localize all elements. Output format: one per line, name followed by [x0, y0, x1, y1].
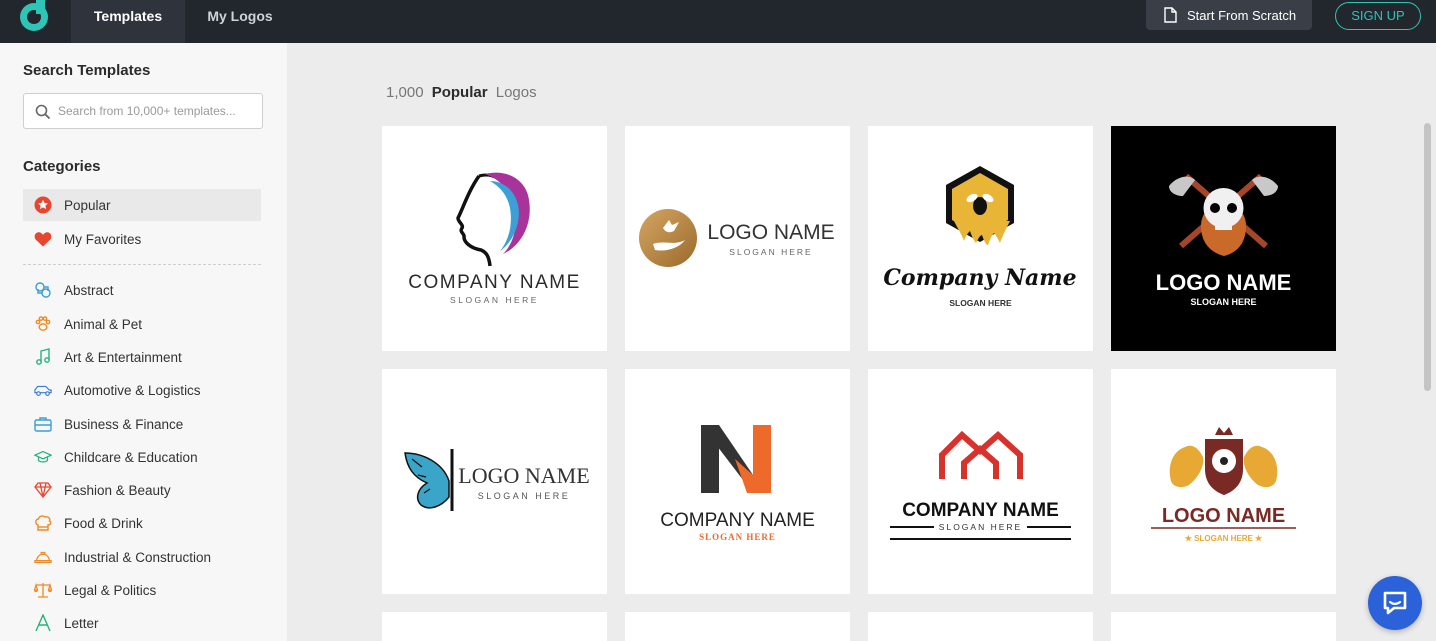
category-automotive-logistics[interactable]: Automotive & Logistics — [23, 374, 261, 406]
card-slogan: SLOGAN HERE — [478, 491, 571, 501]
category-label: Animal & Pet — [64, 316, 143, 332]
category-label: My Favorites — [64, 231, 142, 247]
card-title: LOGO NAME — [1162, 505, 1285, 527]
logo-card-partial[interactable] — [868, 612, 1093, 641]
letter-a-icon — [34, 614, 52, 632]
heart-icon — [34, 230, 52, 248]
logo-card-partial[interactable] — [625, 612, 850, 641]
car-icon — [34, 381, 52, 399]
category-label: Legal & Politics — [64, 582, 157, 598]
template-gallery: 1,000 Popular Logos COMPANY NAME SLOGAN … — [287, 43, 1436, 641]
category-legal-politics[interactable]: Legal & Politics — [23, 574, 261, 606]
card-slogan: SLOGAN HERE — [729, 247, 812, 257]
music-note-icon — [34, 348, 52, 366]
logo-card-lions-crest[interactable]: LOGO NAME ★ SLOGAN HERE ★ — [1111, 369, 1336, 594]
search-templates-heading: Search Templates — [23, 62, 151, 79]
sidebar: Search Templates Categories Popular My F… — [0, 43, 287, 641]
category-food-drink[interactable]: Food & Drink — [23, 507, 261, 539]
logo-card-partial[interactable] — [382, 612, 607, 641]
results-count: 1,000 Popular Logos — [386, 84, 537, 101]
category-label: Letter — [64, 615, 99, 631]
category-label: Industrial & Construction — [64, 549, 212, 565]
category-industrial-construction[interactable]: Industrial & Construction — [23, 541, 261, 573]
category-label: Childcare & Education — [64, 449, 198, 465]
category-animal-pet[interactable]: Animal & Pet — [23, 308, 261, 340]
card-title: LOGO NAME — [707, 221, 834, 244]
logo-card-letter-n[interactable]: COMPANY NAME SLOGAN HERE — [625, 369, 850, 594]
document-icon — [1164, 7, 1177, 23]
logo-card-house[interactable]: COMPANY NAME SLOGAN HERE — [868, 369, 1093, 594]
top-navigation-bar: Templates My Logos Start From Scratch SI… — [0, 0, 1436, 43]
start-from-scratch-button[interactable]: Start From Scratch — [1146, 0, 1312, 30]
card-title: COMPANY NAME — [660, 510, 815, 531]
briefcase-icon — [34, 415, 52, 433]
search-icon — [35, 104, 51, 120]
start-from-scratch-label: Start From Scratch — [1187, 7, 1297, 23]
logo-card-bee-honey[interactable]: Company Name SLOGAN HERE — [868, 126, 1093, 351]
sign-up-button[interactable]: SIGN UP — [1335, 2, 1421, 30]
logo-card-skull-axes[interactable]: LOGO NAME SLOGAN HERE — [1111, 126, 1336, 351]
star-badge-icon — [34, 196, 52, 214]
category-my-favorites[interactable]: My Favorites — [23, 223, 261, 255]
category-popular[interactable]: Popular — [23, 189, 261, 221]
card-title: COMPANY NAME — [408, 272, 581, 293]
search-input[interactable] — [58, 94, 258, 128]
card-title: LOGO NAME — [1156, 270, 1292, 295]
hard-hat-icon — [34, 548, 52, 566]
search-box — [23, 93, 263, 129]
category-label: Business & Finance — [64, 416, 184, 432]
logo-card-partial[interactable] — [1111, 612, 1336, 641]
category-label: Popular — [64, 197, 111, 213]
category-label: Food & Drink — [64, 515, 143, 531]
card-slogan: SLOGAN HERE — [949, 298, 1012, 308]
graduation-cap-icon — [34, 448, 52, 466]
categories-heading: Categories — [23, 158, 101, 175]
category-label: Automotive & Logistics — [64, 382, 201, 398]
card-slogan: ★ SLOGAN HERE ★ — [1185, 534, 1263, 543]
app-logo-icon[interactable] — [17, 0, 51, 34]
category-letter[interactable]: Letter — [23, 607, 261, 639]
card-slogan: SLOGAN HERE — [939, 522, 1022, 532]
results-count-suffix: Logos — [495, 84, 537, 101]
chat-button[interactable] — [1368, 576, 1422, 630]
logo-card-butterfly[interactable]: LOGO NAME SLOGAN HERE — [382, 369, 607, 594]
scales-icon — [34, 581, 52, 599]
card-slogan: SLOGAN HERE — [699, 532, 776, 542]
chat-bubble-icon — [1383, 591, 1407, 615]
sidebar-divider — [23, 264, 261, 265]
results-count-category: Popular — [431, 84, 488, 101]
card-title: LOGO NAME — [458, 463, 589, 488]
category-business-finance[interactable]: Business & Finance — [23, 408, 261, 440]
diamond-icon — [34, 481, 52, 499]
results-count-number: 1,000 — [386, 84, 424, 101]
card-slogan: SLOGAN HERE — [450, 295, 539, 305]
chef-hat-icon — [34, 514, 52, 532]
logo-card-woman-profile[interactable]: COMPANY NAME SLOGAN HERE — [382, 126, 607, 351]
category-label: Abstract — [64, 282, 114, 298]
paw-icon — [34, 315, 52, 333]
card-title: COMPANY NAME — [902, 500, 1059, 521]
abstract-icon — [34, 281, 52, 299]
scrollbar-thumb[interactable] — [1424, 123, 1431, 391]
category-fashion-beauty[interactable]: Fashion & Beauty — [23, 474, 261, 506]
card-slogan: SLOGAN HERE — [1190, 297, 1256, 307]
logo-card-hand-bird[interactable]: LOGO NAME SLOGAN HERE — [625, 126, 850, 351]
card-title: Company Name — [883, 265, 1076, 291]
category-art-entertainment[interactable]: Art & Entertainment — [23, 341, 261, 373]
tab-my-logos[interactable]: My Logos — [192, 0, 288, 43]
category-label: Fashion & Beauty — [64, 482, 171, 498]
category-abstract[interactable]: Abstract — [23, 274, 261, 306]
tab-templates[interactable]: Templates — [71, 0, 185, 43]
category-label: Art & Entertainment — [64, 349, 182, 365]
category-childcare-education[interactable]: Childcare & Education — [23, 441, 261, 473]
